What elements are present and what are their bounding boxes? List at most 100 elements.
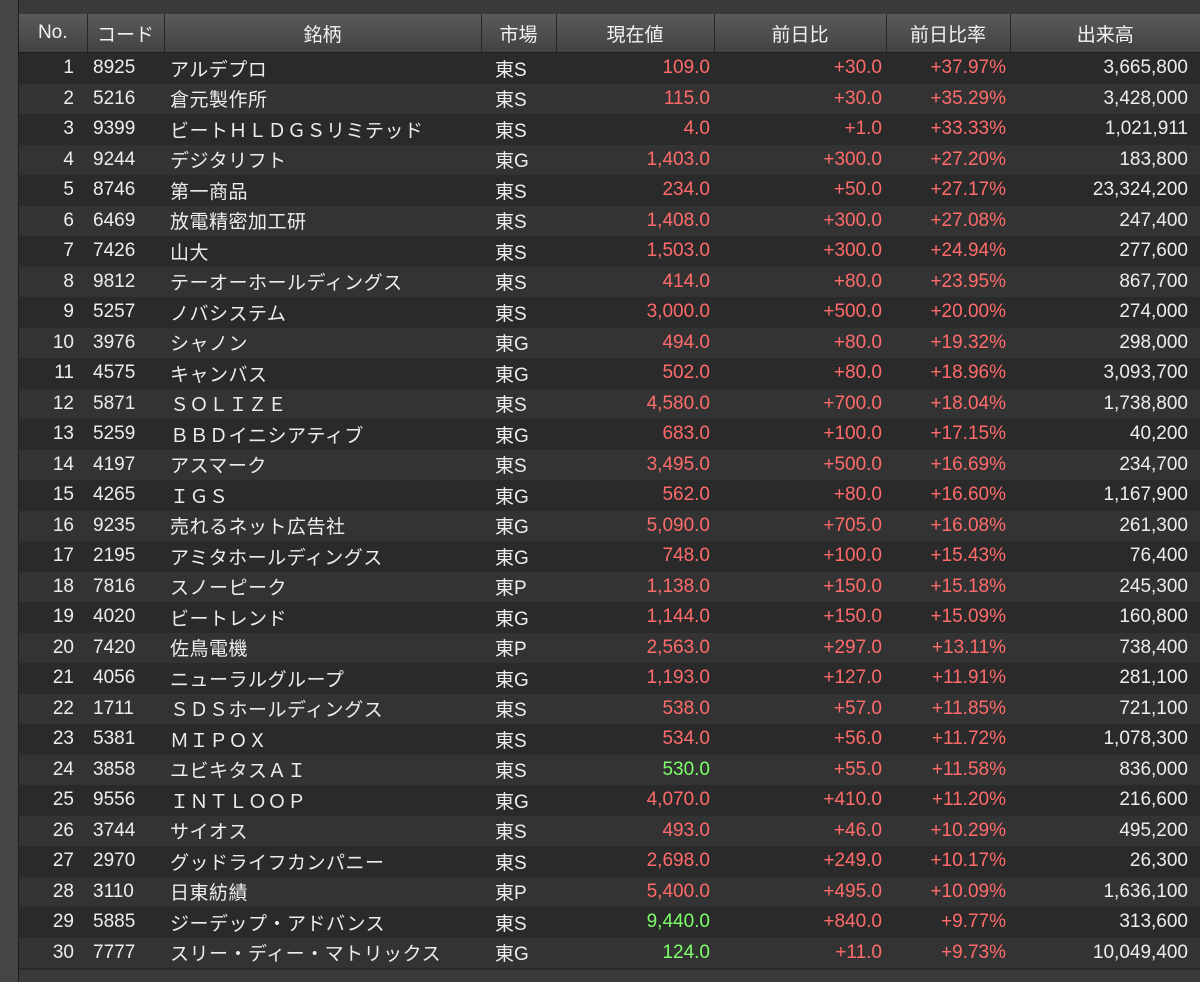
stock-name: ノバシステム — [164, 297, 481, 328]
table-row[interactable]: 22 1711 ＳＤＳホールディングス 東S 538.0 +57.0 +11.85% 721,… — [19, 693, 1200, 724]
table-row[interactable]: 18 7816 スノーピーク 東P 1,138.0 +150.0 +15.18% 245,30… — [19, 571, 1200, 602]
trade-volume: 40,200 — [1010, 419, 1200, 450]
table-row[interactable]: 16 9235 売れるネット広告社 東G 5,090.0 +705.0 +16.08% 261… — [19, 510, 1200, 541]
current-price: 5,400.0 — [556, 876, 714, 907]
price-change: +300.0 — [714, 205, 886, 236]
stock-name: アミタホールディングス — [164, 541, 481, 572]
price-change: +297.0 — [714, 632, 886, 663]
table-row[interactable]: 21 4056 ニューラルグループ 東G 1,193.0 +127.0 +11.91% 281… — [19, 663, 1200, 694]
table-row[interactable]: 30 7777 スリー・ディー・マトリックス 東G 124.0 +11.0 +9.73% 10… — [19, 937, 1200, 968]
table-row[interactable]: 4 9244 デジタリフト 東G 1,403.0 +300.0 +27.20% 183,800 — [19, 144, 1200, 175]
stock-name: ユビキタスＡＩ — [164, 754, 481, 785]
table-row[interactable]: 6 6469 放電精密加工研 東S 1,408.0 +300.0 +27.08% 247,40… — [19, 205, 1200, 236]
price-change-pct: +16.08% — [886, 510, 1010, 541]
table-row[interactable]: 8 9812 テーオーホールディングス 東S 414.0 +80.0 +23.95% 867,… — [19, 266, 1200, 297]
column-header-no[interactable]: No. — [19, 14, 88, 53]
stock-name: ＢＢＤイニシアティブ — [164, 419, 481, 450]
stock-name: ビートレンド — [164, 602, 481, 633]
column-header-name[interactable]: 銘柄 — [164, 14, 482, 53]
table-row[interactable]: 7 7426 山大 東S 1,503.0 +300.0 +24.94% 277,600 — [19, 236, 1200, 267]
current-price: 9,440.0 — [556, 907, 714, 938]
table-row[interactable]: 2 5216 倉元製作所 東S 115.0 +30.0 +35.29% 3,428,000 — [19, 83, 1200, 114]
price-change-pct: +11.72% — [886, 724, 1010, 755]
trade-volume: 1,636,100 — [1010, 876, 1200, 907]
market-label: 東S — [481, 754, 556, 785]
market-label: 東S — [481, 236, 556, 267]
stock-code: 7816 — [87, 571, 164, 602]
current-price: 5,090.0 — [556, 510, 714, 541]
stock-code: 4265 — [87, 480, 164, 511]
stock-name: サイオス — [164, 815, 481, 846]
table-row[interactable]: 24 3858 ユビキタスＡＩ 東S 530.0 +55.0 +11.58% 836,000 — [19, 754, 1200, 785]
stock-name: ＩＧＳ — [164, 480, 481, 511]
trade-volume: 234,700 — [1010, 449, 1200, 480]
row-number: 26 — [19, 815, 87, 846]
table-row[interactable]: 9 5257 ノバシステム 東S 3,000.0 +500.0 +20.00% 274,000 — [19, 297, 1200, 328]
current-price: 748.0 — [556, 541, 714, 572]
column-header-volume[interactable]: 出来高 — [1010, 14, 1200, 53]
table-row[interactable]: 5 8746 第一商品 東S 234.0 +50.0 +27.17% 23,324,200 — [19, 175, 1200, 206]
trade-volume: 313,600 — [1010, 907, 1200, 938]
stock-name: キャンバス — [164, 358, 481, 389]
current-price: 538.0 — [556, 693, 714, 724]
stock-code: 6469 — [87, 205, 164, 236]
column-header-code[interactable]: コード — [87, 14, 165, 53]
current-price: 1,403.0 — [556, 144, 714, 175]
table-row[interactable]: 15 4265 ＩＧＳ 東G 562.0 +80.0 +16.60% 1,167,900 — [19, 480, 1200, 511]
trade-volume: 216,600 — [1010, 785, 1200, 816]
table-row[interactable]: 28 3110 日東紡績 東P 5,400.0 +495.0 +10.09% 1,636,10… — [19, 876, 1200, 907]
market-label: 東S — [481, 175, 556, 206]
table-row[interactable]: 29 5885 ジーデップ・アドバンス 東S 9,440.0 +840.0 +9.77% 31… — [19, 907, 1200, 938]
table-row[interactable]: 1 8925 アルデプロ 東S 109.0 +30.0 +37.97% 3,665,800 — [19, 52, 1200, 84]
price-change-pct: +15.18% — [886, 571, 1010, 602]
price-change-pct: +27.08% — [886, 205, 1010, 236]
price-change-pct: +11.91% — [886, 663, 1010, 694]
price-change-pct: +11.85% — [886, 693, 1010, 724]
row-number: 5 — [19, 175, 87, 206]
trade-volume: 721,100 — [1010, 693, 1200, 724]
price-change: +300.0 — [714, 144, 886, 175]
table-row[interactable]: 26 3744 サイオス 東S 493.0 +46.0 +10.29% 495,200 — [19, 815, 1200, 846]
table-row[interactable]: 25 9556 ＩＮＴＬＯＯＰ 東G 4,070.0 +410.0 +11.20% 216,6… — [19, 785, 1200, 816]
stock-code: 4056 — [87, 663, 164, 694]
current-price: 1,408.0 — [556, 205, 714, 236]
table-row[interactable]: 12 5871 ＳＯＬＩＺＥ 東S 4,580.0 +700.0 +18.04% 1,738,… — [19, 388, 1200, 419]
row-number: 22 — [19, 693, 87, 724]
ranking-table: No. コード 銘柄 市場 現在値 前日比 前日比率 出来高 1 8925 アルデプ… — [19, 14, 1200, 968]
row-number: 12 — [19, 388, 87, 419]
table-row[interactable]: 3 9399 ビートＨＬＤＧＳリミテッド 東S 4.0 +1.0 +33.33% 1,021,… — [19, 114, 1200, 145]
stock-name: 佐鳥電機 — [164, 632, 481, 663]
row-number: 14 — [19, 449, 87, 480]
table-row[interactable]: 10 3976 シャノン 東G 494.0 +80.0 +19.32% 298,000 — [19, 327, 1200, 358]
table-row[interactable]: 23 5381 ＭＩＰＯＸ 東S 534.0 +56.0 +11.72% 1,078,300 — [19, 724, 1200, 755]
table-row[interactable]: 20 7420 佐鳥電機 東P 2,563.0 +297.0 +13.11% 738,400 — [19, 632, 1200, 663]
table-row[interactable]: 14 4197 アスマーク 東S 3,495.0 +500.0 +16.69% 234,700 — [19, 449, 1200, 480]
current-price: 494.0 — [556, 327, 714, 358]
table-row[interactable]: 19 4020 ビートレンド 東G 1,144.0 +150.0 +15.09% 160,80… — [19, 602, 1200, 633]
current-price: 1,193.0 — [556, 663, 714, 694]
table-row[interactable]: 11 4575 キャンバス 東G 502.0 +80.0 +18.96% 3,093,700 — [19, 358, 1200, 389]
price-change: +410.0 — [714, 785, 886, 816]
stock-name: 放電精密加工研 — [164, 205, 481, 236]
price-change: +705.0 — [714, 510, 886, 541]
table-row[interactable]: 17 2195 アミタホールディングス 東G 748.0 +100.0 +15.43% 76,… — [19, 541, 1200, 572]
trade-volume: 23,324,200 — [1010, 175, 1200, 206]
market-label: 東G — [481, 541, 556, 572]
column-header-price[interactable]: 現在値 — [556, 14, 715, 53]
price-change: +150.0 — [714, 602, 886, 633]
stock-name: テーオーホールディングス — [164, 266, 481, 297]
row-number: 21 — [19, 663, 87, 694]
stock-name: ＳＤＳホールディングス — [164, 693, 481, 724]
price-change: +100.0 — [714, 541, 886, 572]
table-row[interactable]: 27 2970 グッドライフカンパニー 東S 2,698.0 +249.0 +10.17% 2… — [19, 846, 1200, 877]
price-change-pct: +37.97% — [886, 52, 1010, 84]
market-label: 東S — [481, 52, 556, 84]
price-change: +1.0 — [714, 114, 886, 145]
table-row[interactable]: 13 5259 ＢＢＤイニシアティブ 東G 683.0 +100.0 +17.15% 40,2… — [19, 419, 1200, 450]
stock-code: 9244 — [87, 144, 164, 175]
column-header-change-pct[interactable]: 前日比率 — [886, 14, 1011, 53]
row-number: 18 — [19, 571, 87, 602]
column-header-change[interactable]: 前日比 — [714, 14, 887, 53]
column-header-market[interactable]: 市場 — [481, 14, 557, 53]
stock-name: スリー・ディー・マトリックス — [164, 937, 481, 968]
